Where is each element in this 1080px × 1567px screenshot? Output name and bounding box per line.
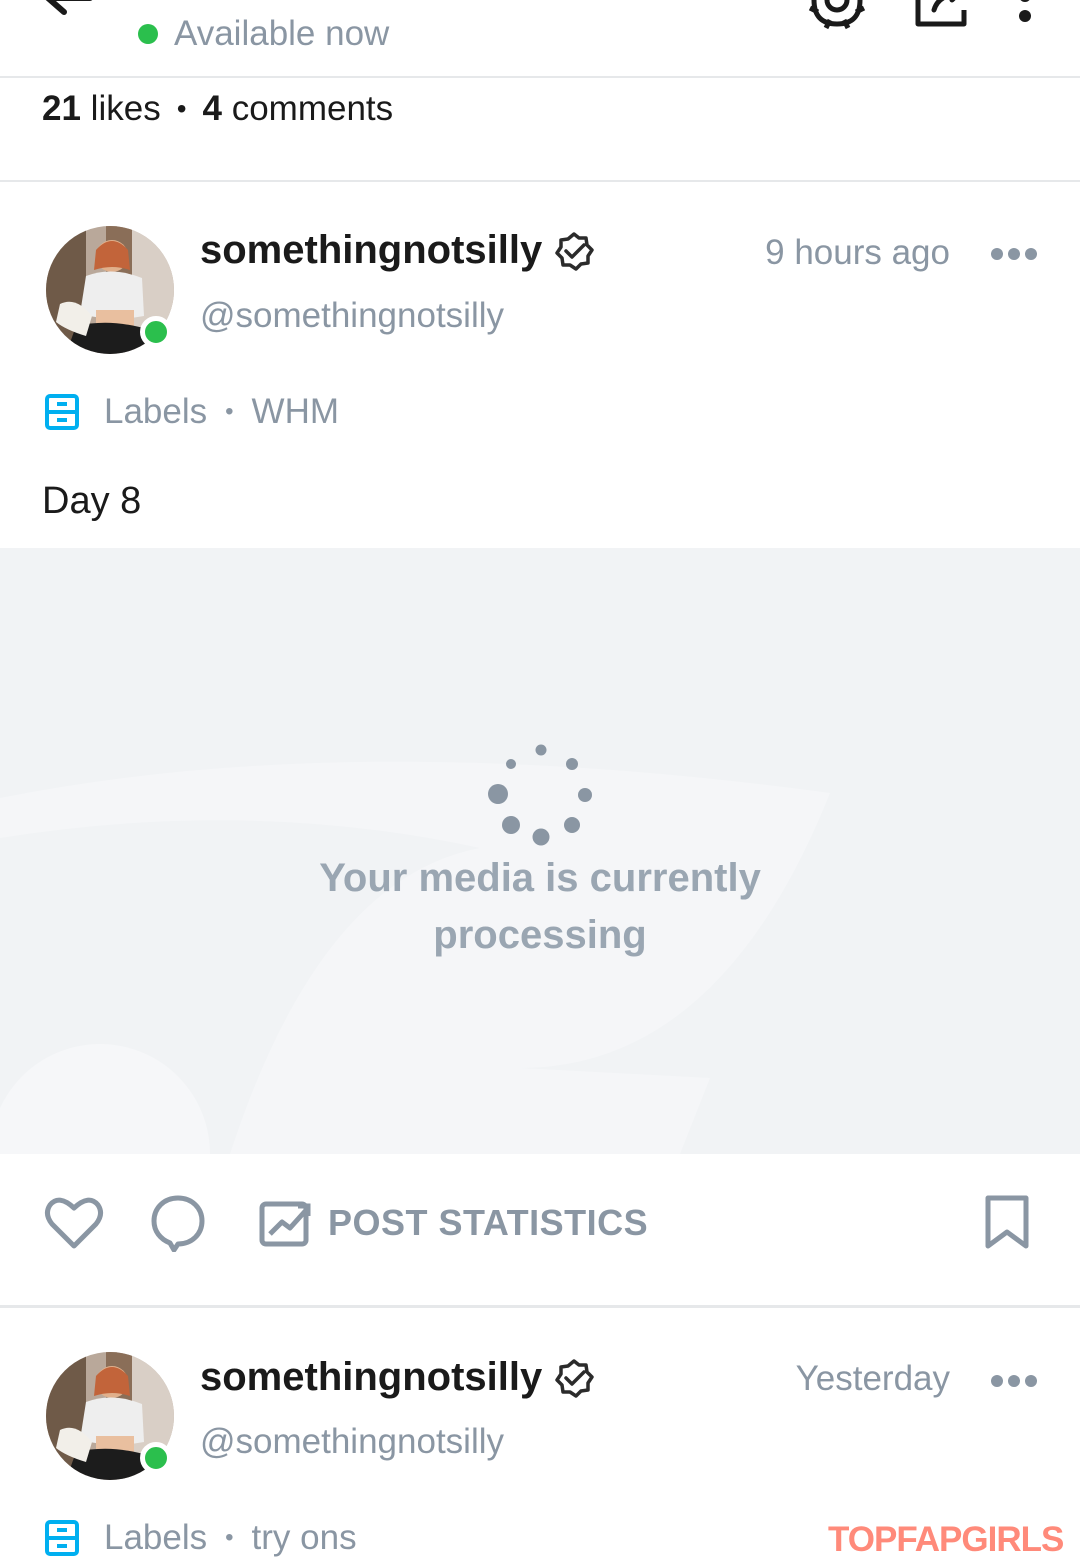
- label-value[interactable]: try ons: [252, 1518, 357, 1558]
- verified-badge-icon: [555, 1358, 594, 1398]
- avatar[interactable]: [46, 226, 174, 354]
- bookmark-icon[interactable]: [982, 1194, 1032, 1252]
- separator-dot: •: [176, 93, 187, 124]
- post-text: Day 8: [42, 480, 142, 522]
- label-folder-icon: [45, 394, 79, 430]
- chart-icon: [259, 1201, 311, 1247]
- post-labels[interactable]: Labels • WHM: [44, 392, 339, 432]
- share-icon[interactable]: [912, 0, 970, 30]
- comments-count: 4: [202, 89, 222, 128]
- more-horizontal-icon[interactable]: [990, 1374, 1038, 1388]
- label-value[interactable]: WHM: [252, 392, 339, 432]
- online-indicator: [138, 24, 158, 44]
- loading-spinner-icon: [488, 744, 592, 846]
- more-horizontal-icon[interactable]: [990, 247, 1038, 261]
- comment-icon[interactable]: [150, 1194, 206, 1252]
- post-statistics-label: POST STATISTICS: [328, 1202, 649, 1243]
- post-summary: 21 likes • 4 comments: [42, 86, 393, 132]
- display-name-text: somethingnotsilly: [200, 228, 543, 272]
- heart-icon[interactable]: [44, 1194, 104, 1252]
- divider: [0, 1305, 1080, 1308]
- post-timestamp[interactable]: Yesterday: [796, 1359, 950, 1399]
- display-name-text: somethingnotsilly: [200, 1355, 543, 1399]
- status-text: Available now: [174, 14, 390, 53]
- post-timestamp[interactable]: 9 hours ago: [765, 233, 950, 273]
- likes-label[interactable]: likes: [91, 89, 161, 129]
- display-name[interactable]: somethingnotsilly: [200, 1355, 594, 1400]
- separator-dot: •: [225, 398, 234, 425]
- top-bar: Available now: [0, 0, 1080, 78]
- online-indicator: [140, 1442, 172, 1474]
- media-processing-message: Your media is currently processing: [319, 856, 761, 957]
- labels-title: Labels: [104, 392, 208, 431]
- back-arrow-icon[interactable]: [40, 0, 94, 26]
- comments-label[interactable]: comments: [232, 89, 393, 129]
- kebab-menu-icon[interactable]: [1010, 0, 1040, 30]
- divider: [0, 180, 1080, 182]
- labels-title: Labels: [104, 1518, 208, 1557]
- verified-badge-icon: [555, 231, 594, 271]
- username-handle[interactable]: @somethingnotsilly: [200, 296, 504, 336]
- online-indicator: [140, 316, 172, 348]
- display-name[interactable]: somethingnotsilly: [200, 228, 594, 273]
- watermark: TOPFAPGIRLS: [828, 1520, 1064, 1559]
- likes-count: 21: [42, 89, 81, 128]
- post-labels[interactable]: Labels • try ons: [44, 1518, 357, 1558]
- post-actions: POST STATISTICS: [0, 1180, 1080, 1270]
- availability-status: Available now: [138, 14, 389, 54]
- gear-icon[interactable]: [806, 0, 868, 30]
- post-statistics-button[interactable]: POST STATISTICS: [258, 1194, 648, 1252]
- username-handle[interactable]: @somethingnotsilly: [200, 1422, 504, 1462]
- separator-dot: •: [225, 1524, 234, 1551]
- label-folder-icon: [45, 1520, 79, 1556]
- avatar[interactable]: [46, 1352, 174, 1480]
